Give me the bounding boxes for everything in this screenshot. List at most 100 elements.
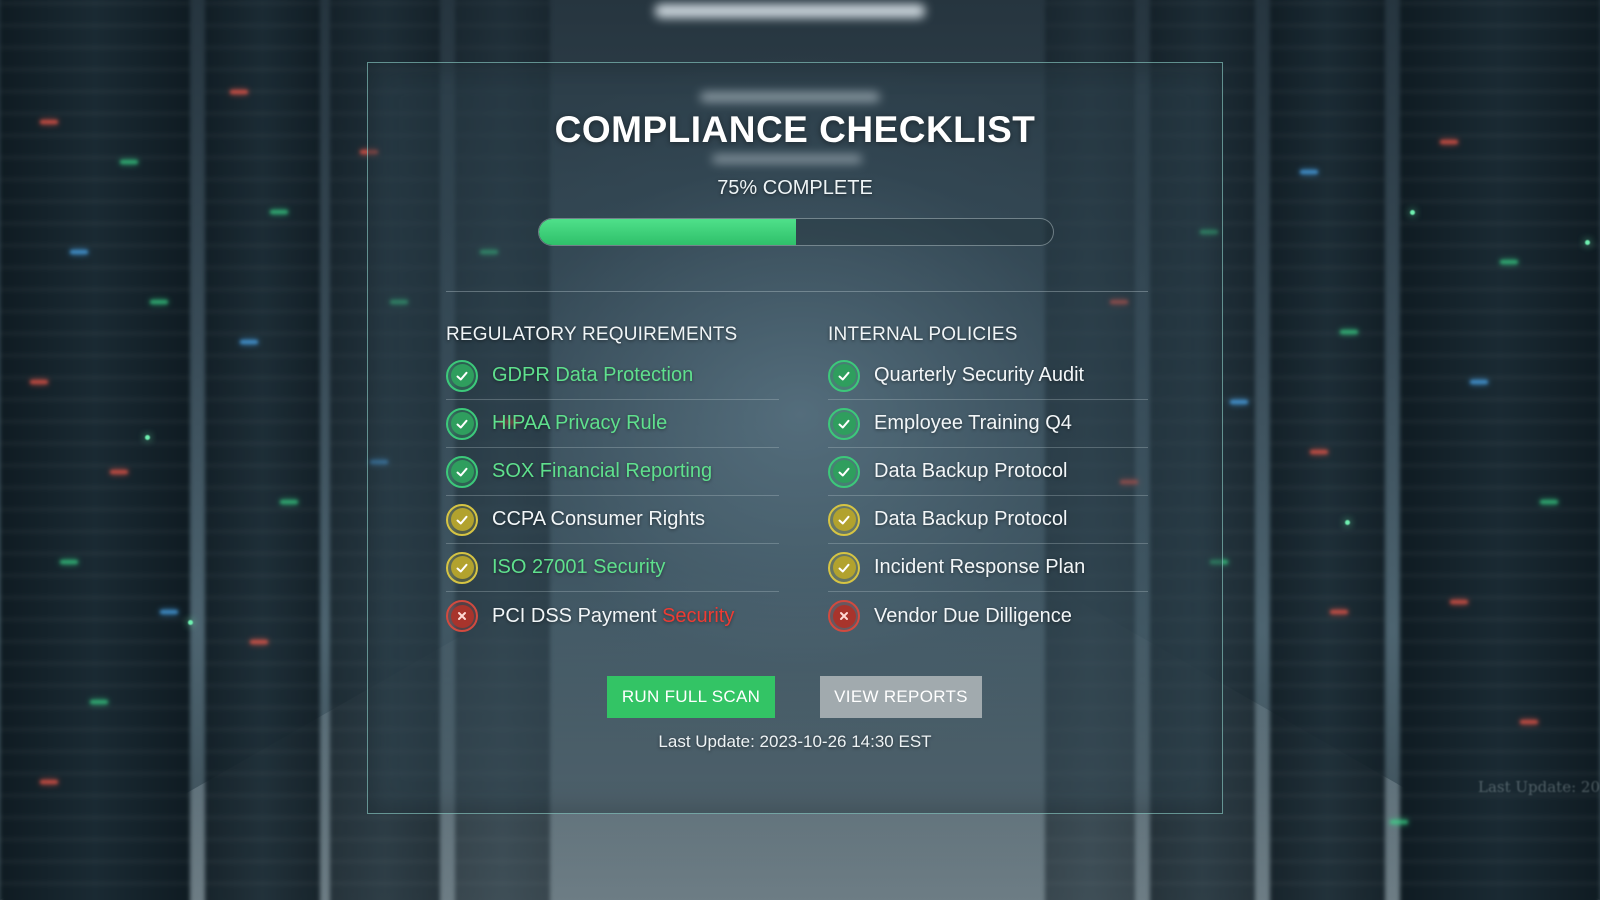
particle	[1585, 240, 1590, 245]
rack-led	[150, 300, 168, 304]
internal-list: Quarterly Security Audit Employee Trainin…	[828, 352, 1148, 640]
status-ok-badge	[828, 455, 860, 488]
particle	[188, 620, 193, 625]
rack-led	[1450, 600, 1468, 604]
rack-led	[90, 700, 108, 704]
rack-led	[240, 340, 258, 344]
rack-led	[1310, 450, 1328, 454]
check-icon	[832, 460, 856, 483]
check-icon	[450, 364, 474, 387]
check-icon	[832, 508, 856, 531]
rack-led	[1300, 170, 1318, 174]
view-reports-button[interactable]: VIEW REPORTS	[820, 676, 982, 718]
section-heading: REGULATORY REQUIREMENTS	[446, 324, 738, 345]
checklist-item-label: Employee Training Q4	[874, 412, 1072, 434]
server-rack	[205, 0, 320, 900]
checklist-item[interactable]: Employee Training Q4	[828, 400, 1148, 448]
check-icon	[450, 556, 474, 579]
rack-led	[1500, 260, 1518, 264]
checklist-item-label: Vendor Due Dilligence	[874, 604, 1072, 627]
rack-led	[40, 780, 58, 784]
ceiling-light	[655, 4, 925, 18]
checklist-item-label: Incident Response Plan	[874, 556, 1086, 578]
checklist-item[interactable]: HIPAA Privacy Rule	[446, 400, 779, 448]
progress-fill	[539, 219, 796, 245]
check-icon	[832, 556, 856, 579]
checklist-item-label: GDPR Data Protection	[492, 364, 694, 386]
rack-led	[1470, 380, 1488, 384]
status-ok-badge	[446, 359, 478, 392]
status-ok-badge	[446, 407, 478, 440]
rack-led	[1330, 610, 1348, 614]
rack-led	[40, 120, 58, 124]
checklist-item[interactable]: GDPR Data Protection	[446, 352, 779, 400]
background-ghost-text: Last Update: 20	[1478, 778, 1600, 796]
status-warn-badge	[446, 503, 478, 536]
checklist-item[interactable]: CCPA Consumer Rights	[446, 496, 779, 544]
section-heading: INTERNAL POLICIES	[828, 324, 1018, 345]
checklist-item[interactable]: Data Backup Protocol	[828, 496, 1148, 544]
checklist-item-label: CCPA Consumer Rights	[492, 508, 706, 530]
progress-bar	[538, 218, 1054, 246]
checklist-item[interactable]: ISO 27001 Security	[446, 544, 779, 592]
rack-led	[60, 560, 78, 564]
check-icon	[450, 508, 474, 531]
checklist-item-label: HIPAA Privacy Rule	[492, 412, 668, 434]
checklist-item-label: SOX Financial Reporting	[492, 460, 713, 482]
checklist-item[interactable]: PCI DSS Payment Security	[446, 592, 779, 640]
progress-label: 75% COMPLETE	[717, 177, 873, 199]
compliance-panel: COMPLIANCE CHECKLIST 75% COMPLETE REGULA…	[367, 62, 1223, 814]
divider	[446, 291, 1148, 292]
checklist-item-label: Data Backup Protocol	[874, 460, 1068, 482]
server-rack	[0, 0, 190, 900]
alert-icon	[450, 604, 474, 628]
status-warn-badge	[828, 551, 860, 584]
rack-led	[250, 640, 268, 644]
rack-led	[1540, 500, 1558, 504]
checklist-item-label-main: PCI DSS Payment	[492, 604, 657, 627]
checklist-item-label-alert: Security	[662, 604, 735, 627]
rack-led	[110, 470, 128, 474]
status-ok-badge	[828, 359, 860, 392]
rack-led	[30, 380, 48, 384]
rack-led	[1340, 330, 1358, 334]
checklist-item[interactable]: Incident Response Plan	[828, 544, 1148, 592]
particle	[1410, 210, 1415, 215]
regulatory-requirements-section: REGULATORY REQUIREMENTS GDPR Data Protec…	[446, 318, 779, 640]
page-title: COMPLIANCE CHECKLIST	[554, 109, 1036, 150]
rack-led	[1520, 720, 1538, 724]
checklist-item[interactable]: Data Backup Protocol	[828, 448, 1148, 496]
checklist-item-label: PCI DSS Payment Security	[492, 605, 734, 628]
status-ok-badge	[828, 407, 860, 440]
internal-policies-section: INTERNAL POLICIES Quarterly Security Aud…	[828, 318, 1148, 640]
checklist-item[interactable]: Vendor Due Dilligence	[828, 592, 1148, 640]
particle	[1345, 520, 1350, 525]
checklist-item-label: Quarterly Security Audit	[874, 364, 1085, 386]
status-fail-badge	[446, 600, 478, 632]
server-rack	[1400, 0, 1600, 900]
status-warn-badge	[828, 503, 860, 536]
rack-led	[280, 500, 298, 504]
particle	[145, 435, 150, 440]
rack-led	[1440, 140, 1458, 144]
status-ok-badge	[446, 455, 478, 488]
rack-led	[1230, 400, 1248, 404]
check-icon	[450, 460, 474, 483]
rack-led	[70, 250, 88, 254]
checklist-item[interactable]: SOX Financial Reporting	[446, 448, 779, 496]
checklist-item-label: Data Backup Protocol	[874, 508, 1068, 530]
rack-led	[230, 90, 248, 94]
regulatory-list: GDPR Data Protection HIPAA Privacy Rule SO…	[446, 352, 779, 640]
check-icon	[832, 364, 856, 387]
rack-led	[1390, 820, 1408, 824]
alert-icon	[832, 604, 856, 628]
rack-led	[120, 160, 138, 164]
rack-led	[270, 210, 288, 214]
checklist-item[interactable]: Quarterly Security Audit	[828, 352, 1148, 400]
rack-led	[160, 610, 178, 614]
run-full-scan-button[interactable]: RUN FULL SCAN	[607, 676, 775, 718]
checklist-item-label: ISO 27001 Security	[492, 556, 666, 578]
last-update-timestamp: Last Update: 2023-10-26 14:30 EST	[658, 732, 932, 751]
status-warn-badge	[446, 551, 478, 584]
check-icon	[450, 412, 474, 435]
